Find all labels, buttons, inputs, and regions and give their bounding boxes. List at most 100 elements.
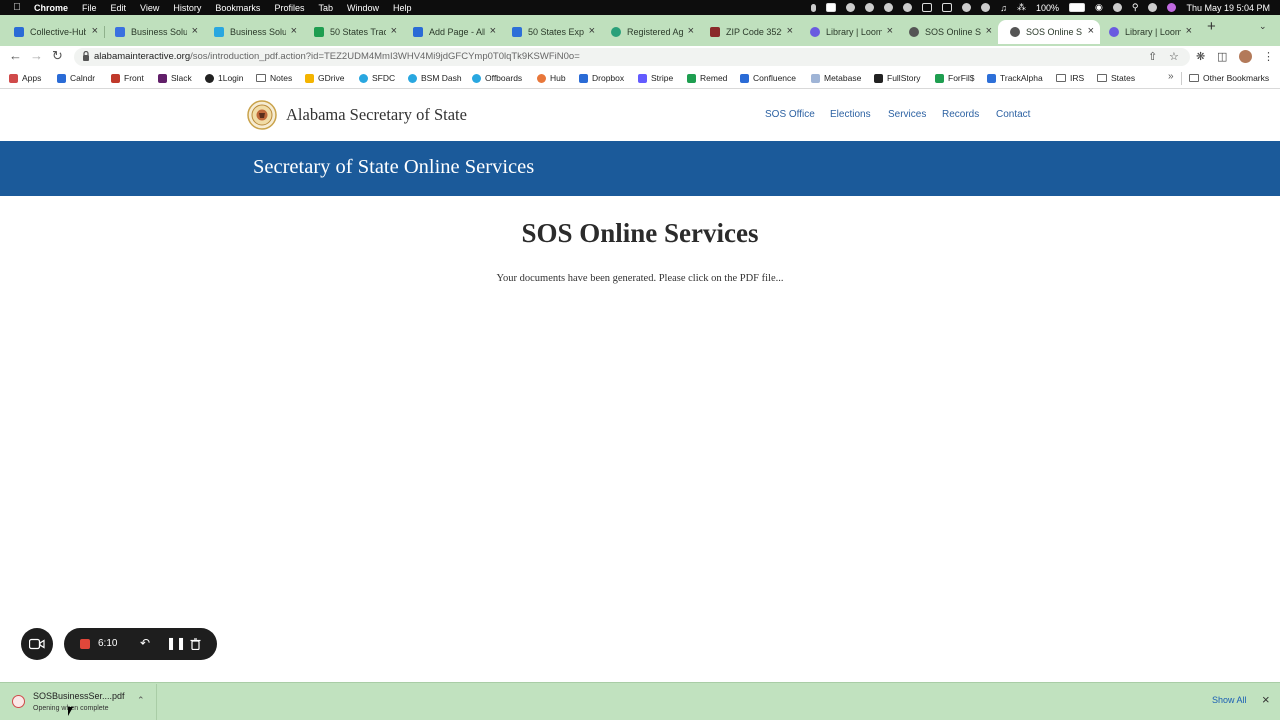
record-icon[interactable] — [981, 3, 991, 12]
menu-edit[interactable]: Edit — [111, 3, 127, 13]
extension-status-icon[interactable] — [884, 3, 894, 12]
nav-elections[interactable]: Elections — [830, 109, 871, 120]
nav-records[interactable]: Records — [942, 109, 979, 120]
close-tab-icon[interactable]: × — [986, 25, 992, 37]
bookmark-remed[interactable]: Remed — [687, 73, 727, 83]
menu-history[interactable]: History — [173, 3, 201, 13]
bookmark-apps[interactable]: Apps — [9, 73, 41, 83]
control-center-icon[interactable] — [1148, 3, 1158, 12]
chevron-up-icon[interactable]: ⌃ — [137, 695, 145, 706]
bookmark-folder-notes[interactable]: Notes — [256, 73, 292, 83]
bookmark-gdrive[interactable]: GDrive — [305, 73, 344, 83]
pause-icon[interactable]: ❚❚ — [166, 636, 186, 650]
tab-registered-age[interactable]: Registered Age × — [597, 20, 700, 44]
alabama-seal-logo[interactable] — [247, 100, 277, 130]
menu-tab[interactable]: Tab — [318, 3, 333, 13]
screens-icon[interactable] — [942, 3, 953, 12]
tab-sos-online-active[interactable]: SOS Online Se × — [998, 20, 1100, 44]
menubar-clock[interactable]: Thu May 19 5:04 PM — [1186, 3, 1270, 13]
bookmark-1login[interactable]: 1Login — [205, 73, 244, 83]
reload-icon[interactable]: ↻ — [52, 48, 63, 64]
menu-profiles[interactable]: Profiles — [274, 3, 304, 13]
share-icon[interactable]: ⇧ — [1148, 50, 1157, 63]
bookmark-fullstory[interactable]: FullStory — [874, 73, 921, 83]
bookmark-sfdc[interactable]: SFDC — [359, 73, 395, 83]
back-arrow-icon[interactable]: ← — [9, 48, 22, 63]
bookmark-folder-other[interactable]: Other Bookmarks — [1189, 73, 1269, 83]
chrome-menu-icon[interactable]: ⋮ — [1263, 50, 1274, 63]
tab-50-states-expa[interactable]: 50 States Expa × — [498, 20, 601, 44]
bookmark-trackalpha[interactable]: TrackAlpha — [987, 73, 1043, 83]
bookmark-confluence[interactable]: Confluence — [740, 73, 796, 83]
spotlight-search-icon[interactable]: ⚲ — [1132, 2, 1139, 13]
new-tab-button[interactable]: + — [1207, 18, 1216, 35]
bookmarks-overflow-chevron-icon[interactable]: » — [1168, 71, 1174, 82]
close-tab-icon[interactable]: × — [787, 25, 793, 37]
close-tab-icon[interactable]: × — [391, 25, 397, 37]
bookmark-forfil[interactable]: ForFil$ — [935, 73, 974, 83]
trash-icon[interactable] — [190, 638, 201, 650]
tab-sos-online-1[interactable]: SOS Online Se × — [895, 20, 998, 44]
tab-search-chevron-icon[interactable]: ⌄ — [1259, 21, 1267, 32]
tab-business-solut-1[interactable]: Business Solut × — [101, 20, 204, 44]
bookmark-folder-irs[interactable]: IRS — [1056, 73, 1084, 83]
battery-icon[interactable] — [1069, 3, 1085, 12]
menu-help[interactable]: Help — [393, 3, 412, 13]
loom-status-icon[interactable] — [826, 3, 837, 12]
bookmark-slack[interactable]: Slack — [158, 73, 192, 83]
side-panel-icon[interactable]: ◫ — [1217, 50, 1227, 63]
tab-collective-hub[interactable]: Collective-Hub × — [0, 20, 104, 44]
close-tab-icon[interactable]: × — [1088, 25, 1094, 37]
bookmark-folder-states[interactable]: States — [1097, 73, 1135, 83]
nav-sos-office[interactable]: SOS Office — [765, 109, 815, 120]
close-icon[interactable]: × — [1262, 692, 1270, 707]
apple-menu-icon[interactable]:  — [0, 2, 34, 13]
close-tab-icon[interactable]: × — [589, 25, 595, 37]
tab-50-states-track[interactable]: 50 States Track × — [300, 20, 403, 44]
close-tab-icon[interactable]: × — [291, 25, 297, 37]
bookmark-calndr[interactable]: Calndr — [57, 73, 95, 83]
menu-view[interactable]: View — [140, 3, 159, 13]
microphone-icon[interactable] — [811, 3, 817, 12]
close-tab-icon[interactable]: × — [1186, 25, 1192, 37]
menu-bookmarks[interactable]: Bookmarks — [215, 3, 260, 13]
menu-chrome[interactable]: Chrome — [34, 3, 68, 13]
extensions-icon[interactable]: ❋ — [1196, 50, 1205, 63]
close-tab-icon[interactable]: × — [490, 25, 496, 37]
nav-contact[interactable]: Contact — [996, 109, 1030, 120]
tab-library-loom-1[interactable]: Library | Loom × — [796, 20, 899, 44]
close-tab-icon[interactable]: × — [887, 25, 893, 37]
loom-camera-button[interactable] — [21, 628, 53, 660]
sync-icon[interactable] — [865, 3, 875, 12]
bookmark-offboards[interactable]: Offboards — [472, 73, 522, 83]
close-tab-icon[interactable]: × — [192, 25, 198, 37]
bookmark-front[interactable]: Front — [111, 73, 144, 83]
stop-recording-button[interactable] — [80, 639, 90, 649]
network-icon[interactable] — [903, 3, 913, 12]
bluetooth-icon[interactable]: ⁂ — [1017, 2, 1026, 13]
bookmark-hub[interactable]: Hub — [537, 73, 566, 83]
menu-file[interactable]: File — [82, 3, 97, 13]
download-item[interactable]: SOSBusinessSer....pdf Opening when compl… — [0, 684, 157, 720]
bookmark-bsm-dash[interactable]: BSM Dash — [408, 73, 462, 83]
siri-icon[interactable] — [1167, 3, 1177, 12]
settings-icon[interactable] — [846, 3, 856, 12]
show-all-downloads-link[interactable]: Show All — [1212, 695, 1247, 705]
address-bar[interactable]: alabamainteractive.org/sos/introduction_… — [74, 48, 1190, 66]
bookmark-metabase[interactable]: Metabase — [811, 73, 861, 83]
tab-zip-code[interactable]: ZIP Code 3529 × — [696, 20, 799, 44]
volume-icon[interactable]: ♫ — [1000, 3, 1007, 13]
wifi-icon[interactable]: ◉ — [1095, 2, 1103, 13]
tab-add-page[interactable]: Add Page - Alla × — [399, 20, 502, 44]
nav-services[interactable]: Services — [888, 109, 926, 120]
bookmark-stripe[interactable]: Stripe — [638, 73, 673, 83]
restart-icon[interactable]: ↶ — [140, 636, 150, 650]
time-machine-icon[interactable] — [1112, 3, 1122, 12]
play-icon[interactable] — [962, 3, 972, 12]
bookmark-dropbox[interactable]: Dropbox — [579, 73, 624, 83]
site-title[interactable]: Alabama Secretary of State — [286, 105, 467, 125]
display-icon[interactable] — [922, 3, 933, 12]
menu-window[interactable]: Window — [347, 3, 379, 13]
close-tab-icon[interactable]: × — [92, 25, 98, 37]
bookmark-star-icon[interactable]: ☆ — [1169, 50, 1179, 63]
